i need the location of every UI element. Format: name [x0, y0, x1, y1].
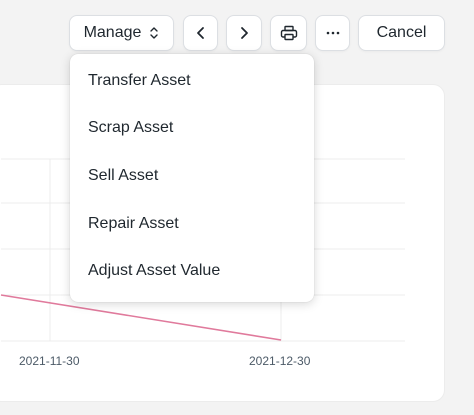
menu-item-sell-asset[interactable]: Sell Asset [70, 152, 314, 200]
previous-button[interactable] [183, 15, 218, 51]
more-options-button[interactable] [315, 15, 350, 51]
printer-icon [280, 25, 298, 41]
menu-item-scrap-asset[interactable]: Scrap Asset [70, 105, 314, 153]
chevron-right-icon [238, 26, 250, 40]
menu-item-adjust-asset-value[interactable]: Adjust Asset Value [70, 247, 314, 295]
x-tick-label: 2021-12-30 [249, 354, 311, 368]
chevron-left-icon [195, 26, 207, 40]
x-tick-label: 2021-11-30 [19, 354, 80, 368]
cancel-button[interactable]: Cancel [358, 15, 445, 51]
ellipsis-icon [326, 31, 340, 35]
menu-item-repair-asset[interactable]: Repair Asset [70, 200, 314, 248]
manage-label: Manage [83, 24, 142, 41]
print-button[interactable] [270, 15, 307, 51]
menu-item-transfer-asset[interactable]: Transfer Asset [70, 57, 314, 105]
manage-dropdown-menu: Transfer Asset Scrap Asset Sell Asset Re… [70, 54, 314, 302]
manage-button[interactable]: Manage [69, 15, 174, 51]
next-button[interactable] [226, 15, 262, 51]
chevron-up-down-icon [149, 26, 159, 40]
